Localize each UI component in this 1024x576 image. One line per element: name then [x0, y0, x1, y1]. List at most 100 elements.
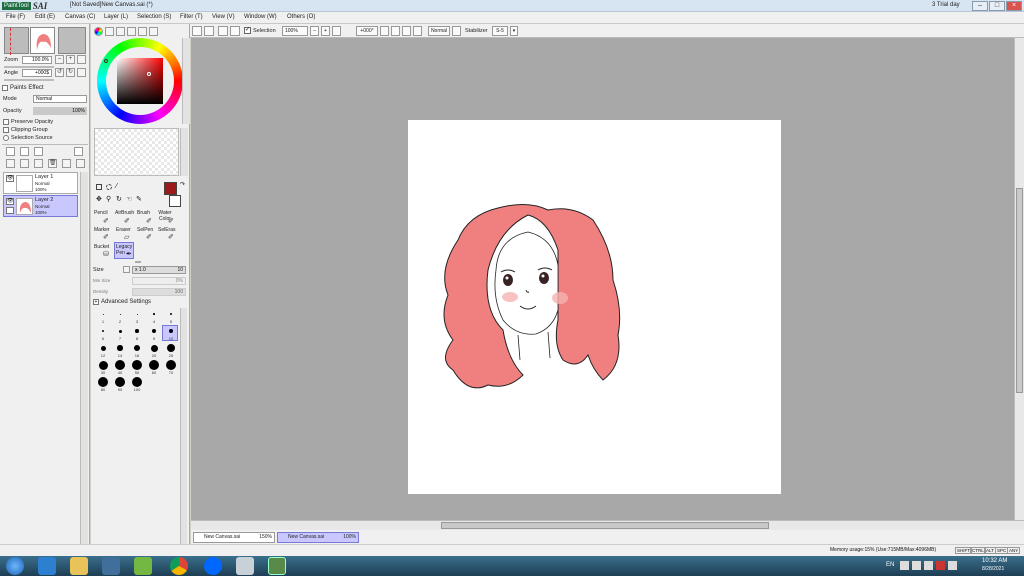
scratchpad[interactable] [94, 128, 179, 176]
toolbar-redo-button[interactable] [204, 26, 214, 36]
zoom-tool-icon[interactable]: ⚲ [106, 195, 111, 203]
angle-slider[interactable] [4, 79, 54, 81]
visibility-eye-icon[interactable]: 👁 [6, 198, 14, 205]
eyedropper-icon[interactable]: ✎ [136, 195, 142, 203]
color-panel-scrollbar[interactable] [182, 38, 190, 124]
blend-select[interactable]: Normal [428, 26, 450, 36]
menu-edit[interactable]: Edit (E) [35, 14, 55, 20]
clipping-group-checkbox[interactable] [3, 127, 9, 133]
zoom-select[interactable]: 100% [282, 26, 308, 36]
canvas-tab-2[interactable]: New Canvas.sai 100% [277, 532, 359, 543]
merge-visible-icon[interactable] [62, 159, 71, 168]
menu-file[interactable]: File (F) [6, 14, 25, 20]
clear-layer-icon[interactable] [34, 159, 43, 168]
opacity-slider[interactable]: 100% [33, 107, 87, 115]
rotate-cw-button[interactable]: ↻ [66, 68, 75, 77]
delete-layer-icon[interactable]: 🗑 [48, 159, 57, 168]
new-layer-icon[interactable] [6, 147, 15, 156]
navigator-thumbnail[interactable] [30, 27, 55, 54]
min-size-slider[interactable]: 0% [132, 277, 186, 285]
color-wheel-tab-icon[interactable] [94, 27, 103, 36]
tool-brush[interactable]: Brush [137, 210, 150, 216]
visibility-eye-icon[interactable]: 👁 [6, 175, 14, 182]
layer-scrollbar[interactable] [80, 172, 88, 544]
stabilizer-select[interactable]: S-5 [492, 26, 508, 36]
volume-icon[interactable] [912, 561, 921, 570]
blend-mode-select[interactable]: Normal [33, 95, 87, 103]
zoom-reset-button[interactable] [332, 26, 341, 36]
start-button-icon[interactable] [6, 557, 24, 575]
tool-airbrush[interactable]: AirBrush [115, 210, 134, 216]
language-indicator[interactable]: EN [886, 562, 894, 568]
resize-grip[interactable] [135, 261, 141, 263]
hue-ring[interactable] [97, 38, 183, 124]
menu-canvas[interactable]: Canvas (C) [65, 14, 95, 20]
menu-filter[interactable]: Filter (T) [180, 14, 203, 20]
menu-window[interactable]: Window (W) [244, 14, 277, 20]
scratchpad-scrollbar[interactable] [180, 128, 188, 176]
selection-checkbox[interactable]: ✓ [244, 27, 251, 34]
rotate-ccw-button[interactable]: ↺ [55, 68, 64, 77]
menu-others[interactable]: Others (O) [287, 14, 315, 20]
hue-cursor[interactable] [104, 59, 108, 63]
layer-item-layer-1[interactable]: 👁 Layer 1 Normal 100% [3, 172, 78, 194]
new-folder-icon[interactable] [34, 147, 43, 156]
menu-view[interactable]: View (V) [212, 14, 235, 20]
calculator-icon[interactable] [236, 557, 254, 575]
menu-selection[interactable]: Selection (S) [137, 14, 171, 20]
toolbar-deselect-button[interactable] [218, 26, 228, 36]
vertical-scrollbar[interactable] [1014, 38, 1024, 520]
antivirus-icon[interactable] [936, 561, 945, 570]
flip-button[interactable] [413, 26, 422, 36]
media-player-icon[interactable] [102, 557, 120, 575]
rgb-slider-tab-icon[interactable] [105, 27, 114, 36]
zalo-icon[interactable] [204, 557, 222, 575]
rotate-right-button[interactable] [391, 26, 400, 36]
toolbar-invert-button[interactable] [230, 26, 240, 36]
network-icon[interactable] [924, 561, 933, 570]
vertical-scroll-thumb[interactable] [1016, 188, 1023, 393]
close-button[interactable]: × [1006, 1, 1022, 11]
zoom-plus-button[interactable]: + [66, 55, 75, 64]
merge-down-icon[interactable] [20, 159, 29, 168]
toolbar-undo-button[interactable] [192, 26, 202, 36]
scratchpad-tab-icon[interactable] [149, 27, 158, 36]
angle-select[interactable]: +000° [356, 26, 378, 36]
tray-icon[interactable] [900, 561, 909, 570]
new-linework-layer-icon[interactable] [20, 147, 29, 156]
move-icon[interactable]: ✥ [96, 195, 102, 203]
color-picker-cursor[interactable] [147, 72, 151, 76]
rotate-left-button[interactable] [380, 26, 389, 36]
zoom-slider[interactable] [4, 66, 54, 68]
rotate-tool-icon[interactable]: ↻ [116, 195, 122, 203]
horizontal-scrollbar[interactable] [191, 520, 1024, 530]
preserve-opacity-checkbox[interactable] [3, 119, 9, 125]
angle-field[interactable]: +000$ [22, 69, 52, 77]
horizontal-scroll-thumb[interactable] [441, 522, 769, 529]
mode-button[interactable] [452, 26, 461, 36]
zoom-reset-icon[interactable] [77, 55, 86, 64]
app-green-icon[interactable] [134, 557, 152, 575]
lasso-icon[interactable] [106, 184, 112, 190]
tool-pencil[interactable]: Pencil [94, 210, 108, 216]
chrome-icon[interactable] [170, 557, 188, 575]
zoom-in-button[interactable]: + [321, 26, 330, 36]
density-slider[interactable]: 100 [132, 288, 186, 296]
intermediate-color-tab-icon[interactable] [127, 27, 136, 36]
secondary-color-swatch[interactable] [169, 195, 181, 207]
zoom-out-button[interactable]: – [310, 26, 319, 36]
painttool-sai-taskbar-icon[interactable] [268, 557, 286, 575]
hand-tool-icon[interactable]: ☜ [126, 195, 132, 203]
menu-layer[interactable]: Layer (L) [104, 14, 128, 20]
size-slider[interactable]: x 1.0 10 [132, 266, 186, 274]
canvas-tab-1[interactable]: New Canvas.sai 150% [193, 532, 275, 543]
ie-icon[interactable] [38, 557, 56, 575]
swap-colors-icon[interactable]: ↷ [180, 181, 185, 188]
file-explorer-icon[interactable] [70, 557, 88, 575]
advanced-settings-toggle[interactable]: + [93, 299, 99, 305]
rotate-reset-button[interactable] [402, 26, 411, 36]
zoom-minus-button[interactable]: – [55, 55, 64, 64]
hsv-slider-tab-icon[interactable] [116, 27, 125, 36]
magic-wand-icon[interactable]: ⁄ [116, 183, 117, 190]
maximize-button[interactable]: □ [989, 1, 1005, 11]
